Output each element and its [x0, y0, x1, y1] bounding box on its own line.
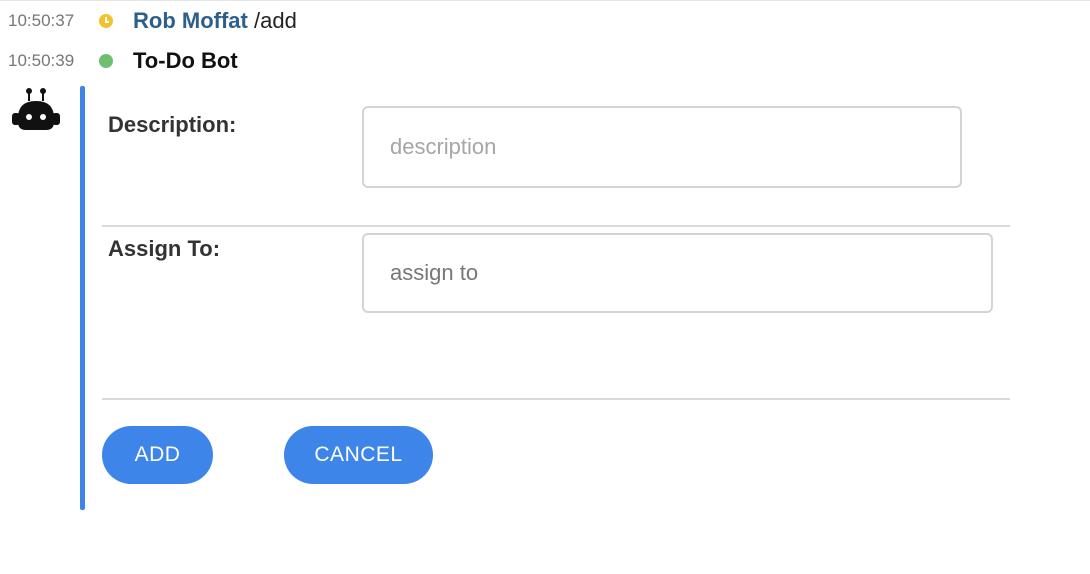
message-accent-bar: [80, 86, 85, 510]
cancel-button[interactable]: CANCEL: [284, 426, 433, 484]
assign-to-input[interactable]: [362, 233, 993, 313]
assign-to-label: Assign To:: [108, 236, 221, 261]
top-divider: [0, 0, 1090, 1]
field-divider: [102, 225, 1010, 227]
add-button[interactable]: ADD: [102, 426, 213, 484]
online-status-icon: [99, 54, 113, 68]
robot-icon: [12, 88, 60, 130]
description-input[interactable]: [362, 106, 962, 188]
chat-window: 10:50:37 Rob Moffat /add 10:50:39 To-Do …: [0, 0, 1090, 574]
sender-name-user[interactable]: Rob Moffat /add: [133, 8, 297, 34]
message-text: /add: [253, 8, 297, 33]
pending-clock-icon: [99, 14, 113, 28]
description-label: Description:: [108, 112, 237, 137]
message-timestamp: 10:50:39: [8, 51, 75, 70]
sender-name-bot[interactable]: To-Do Bot: [133, 48, 238, 74]
message-timestamp: 10:50:37: [8, 11, 75, 30]
sender-name-label: Rob Moffat: [133, 8, 248, 33]
form-divider: [102, 398, 1010, 400]
